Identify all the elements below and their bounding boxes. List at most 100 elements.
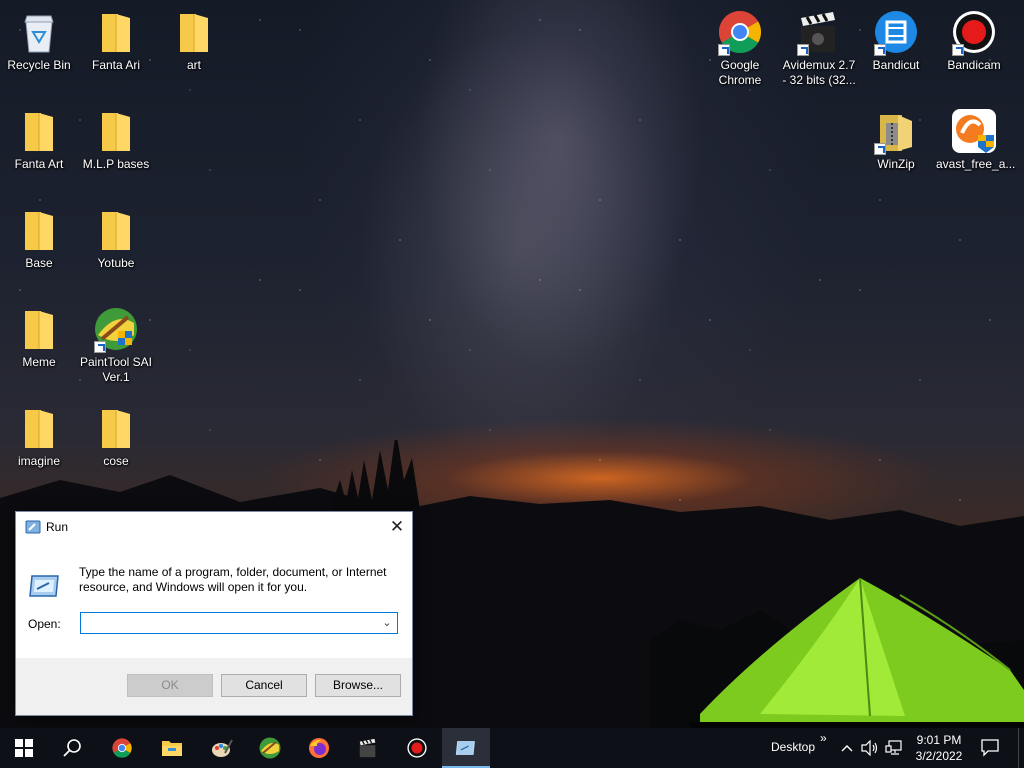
- icon-label: Base: [25, 256, 53, 270]
- file-explorer-icon: [162, 741, 182, 756]
- taskbar-paint[interactable]: [198, 728, 246, 768]
- folder-yotube[interactable]: Yotube: [78, 206, 154, 271]
- avidemux-icon: [795, 8, 843, 56]
- windows-logo-icon: [15, 739, 33, 757]
- folder-base[interactable]: Base: [1, 206, 77, 271]
- taskbar-bandicam[interactable]: [393, 728, 441, 768]
- icon-label: PaintTool SAI Ver.1: [79, 355, 153, 384]
- icon-label: Bandicam: [947, 58, 1001, 72]
- notifications-icon[interactable]: [980, 737, 1000, 757]
- taskbar-run[interactable]: [442, 728, 490, 768]
- browse-button[interactable]: Browse...: [315, 674, 401, 697]
- shortcut-arrow-icon: [94, 341, 106, 353]
- folder-mlp-bases[interactable]: M.L.P bases: [78, 107, 154, 172]
- avidemux-shortcut[interactable]: Avidemux 2.7 - 32 bits (32...: [781, 8, 857, 88]
- recycle-bin[interactable]: Recycle Bin: [1, 8, 77, 73]
- icon-label: cose: [103, 454, 129, 468]
- close-icon: ✕: [389, 517, 405, 536]
- folder-meme[interactable]: Meme: [1, 305, 77, 370]
- close-button[interactable]: ✕: [382, 512, 412, 542]
- folder-cose[interactable]: cose: [78, 404, 154, 469]
- folder-imagine[interactable]: imagine: [1, 404, 77, 469]
- folder-icon: [92, 404, 140, 452]
- recycle-bin-icon: [15, 8, 63, 56]
- painttool-sai-icon: [92, 305, 140, 353]
- volume-icon[interactable]: [861, 740, 879, 756]
- search-button[interactable]: [48, 728, 96, 768]
- folder-icon: [92, 107, 140, 155]
- taskbar-avidemux[interactable]: [344, 728, 392, 768]
- run-dialog[interactable]: Run ✕ Type the name of a program, folder…: [15, 511, 413, 716]
- run-icon: [25, 520, 41, 534]
- taskbar-file-explorer[interactable]: [148, 728, 196, 768]
- shortcut-arrow-icon: [718, 44, 730, 56]
- bandicam-icon: [407, 738, 427, 758]
- run-titlebar[interactable]: Run ✕: [16, 512, 412, 542]
- icon-label: Fanta Art: [14, 157, 64, 171]
- bandicam-icon: [950, 8, 998, 56]
- bandicut-icon: [872, 8, 920, 56]
- folder-icon: [15, 404, 63, 452]
- search-icon: [63, 739, 81, 757]
- taskbar-chrome[interactable]: [98, 728, 146, 768]
- icon-label: Google Chrome: [718, 58, 762, 87]
- folder-icon: [15, 107, 63, 155]
- firefox-icon: [309, 738, 329, 758]
- icon-label: M.L.P bases: [82, 157, 150, 171]
- open-label: Open:: [28, 617, 61, 631]
- icon-label: Recycle Bin: [7, 58, 71, 72]
- painttool-sai-icon: [259, 737, 281, 759]
- folder-fanta-ari[interactable]: Fanta Ari: [78, 8, 154, 73]
- winzip-icon: [872, 107, 920, 155]
- icon-label: Avidemux 2.7 - 32 bits (32...: [782, 58, 856, 87]
- taskbar-painttool-sai[interactable]: [246, 728, 294, 768]
- avast-installer[interactable]: avast_free_a...: [936, 107, 1015, 172]
- icon-label: Yotube: [97, 256, 135, 270]
- open-input[interactable]: [83, 614, 377, 632]
- taskbar-firefox[interactable]: [295, 728, 343, 768]
- folder-fanta-art[interactable]: Fanta Art: [1, 107, 77, 172]
- taskbar: Desktop » 9:01 PM 3/2/2022: [0, 728, 1024, 768]
- chrome-icon: [716, 8, 764, 56]
- icon-label: Fanta Ari: [91, 58, 141, 72]
- clock-time: 9:01 PM: [916, 733, 962, 747]
- avidemux-icon: [359, 738, 376, 758]
- folder-art[interactable]: art: [156, 8, 232, 73]
- clock-date: 3/2/2022: [915, 749, 963, 763]
- chevron-up-icon[interactable]: [841, 744, 853, 752]
- winzip-shortcut[interactable]: WinZip: [858, 107, 934, 172]
- run-description: Type the name of a program, folder, docu…: [79, 565, 387, 594]
- dialog-title: Run: [46, 520, 69, 534]
- start-button[interactable]: [0, 728, 48, 768]
- paint-palette-icon: [212, 739, 233, 757]
- shortcut-arrow-icon: [874, 44, 886, 56]
- ok-button[interactable]: OK: [127, 674, 213, 697]
- cancel-button[interactable]: Cancel: [221, 674, 307, 697]
- painttool-sai-shortcut[interactable]: PaintTool SAI Ver.1: [78, 305, 154, 385]
- bandicam-shortcut[interactable]: Bandicam: [936, 8, 1012, 73]
- folder-icon: [15, 305, 63, 353]
- google-chrome-shortcut[interactable]: Google Chrome: [702, 8, 778, 88]
- shortcut-arrow-icon: [797, 44, 809, 56]
- open-combobox[interactable]: ⌄: [80, 612, 398, 634]
- system-clock[interactable]: 9:01 PM 3/2/2022: [910, 732, 968, 764]
- avast-icon: [950, 107, 998, 155]
- toolbar-overflow-icon[interactable]: »: [820, 731, 827, 745]
- run-icon: [29, 575, 59, 597]
- icon-label: Meme: [22, 355, 56, 369]
- shortcut-arrow-icon: [874, 143, 886, 155]
- icon-label: WinZip: [877, 157, 915, 171]
- chevron-down-icon[interactable]: ⌄: [377, 613, 397, 633]
- chrome-icon: [112, 738, 132, 758]
- desktop-toolbar-label[interactable]: Desktop: [771, 740, 815, 754]
- icon-label: art: [186, 58, 201, 72]
- run-icon: [455, 741, 475, 755]
- network-icon[interactable]: [885, 740, 903, 756]
- icon-label: imagine: [17, 454, 61, 468]
- bandicut-shortcut[interactable]: Bandicut: [858, 8, 934, 73]
- shortcut-arrow-icon: [952, 44, 964, 56]
- folder-icon: [92, 206, 140, 254]
- folder-icon: [15, 206, 63, 254]
- show-desktop-button[interactable]: [1018, 728, 1024, 768]
- run-dialog-body: Type the name of a program, folder, docu…: [16, 542, 412, 658]
